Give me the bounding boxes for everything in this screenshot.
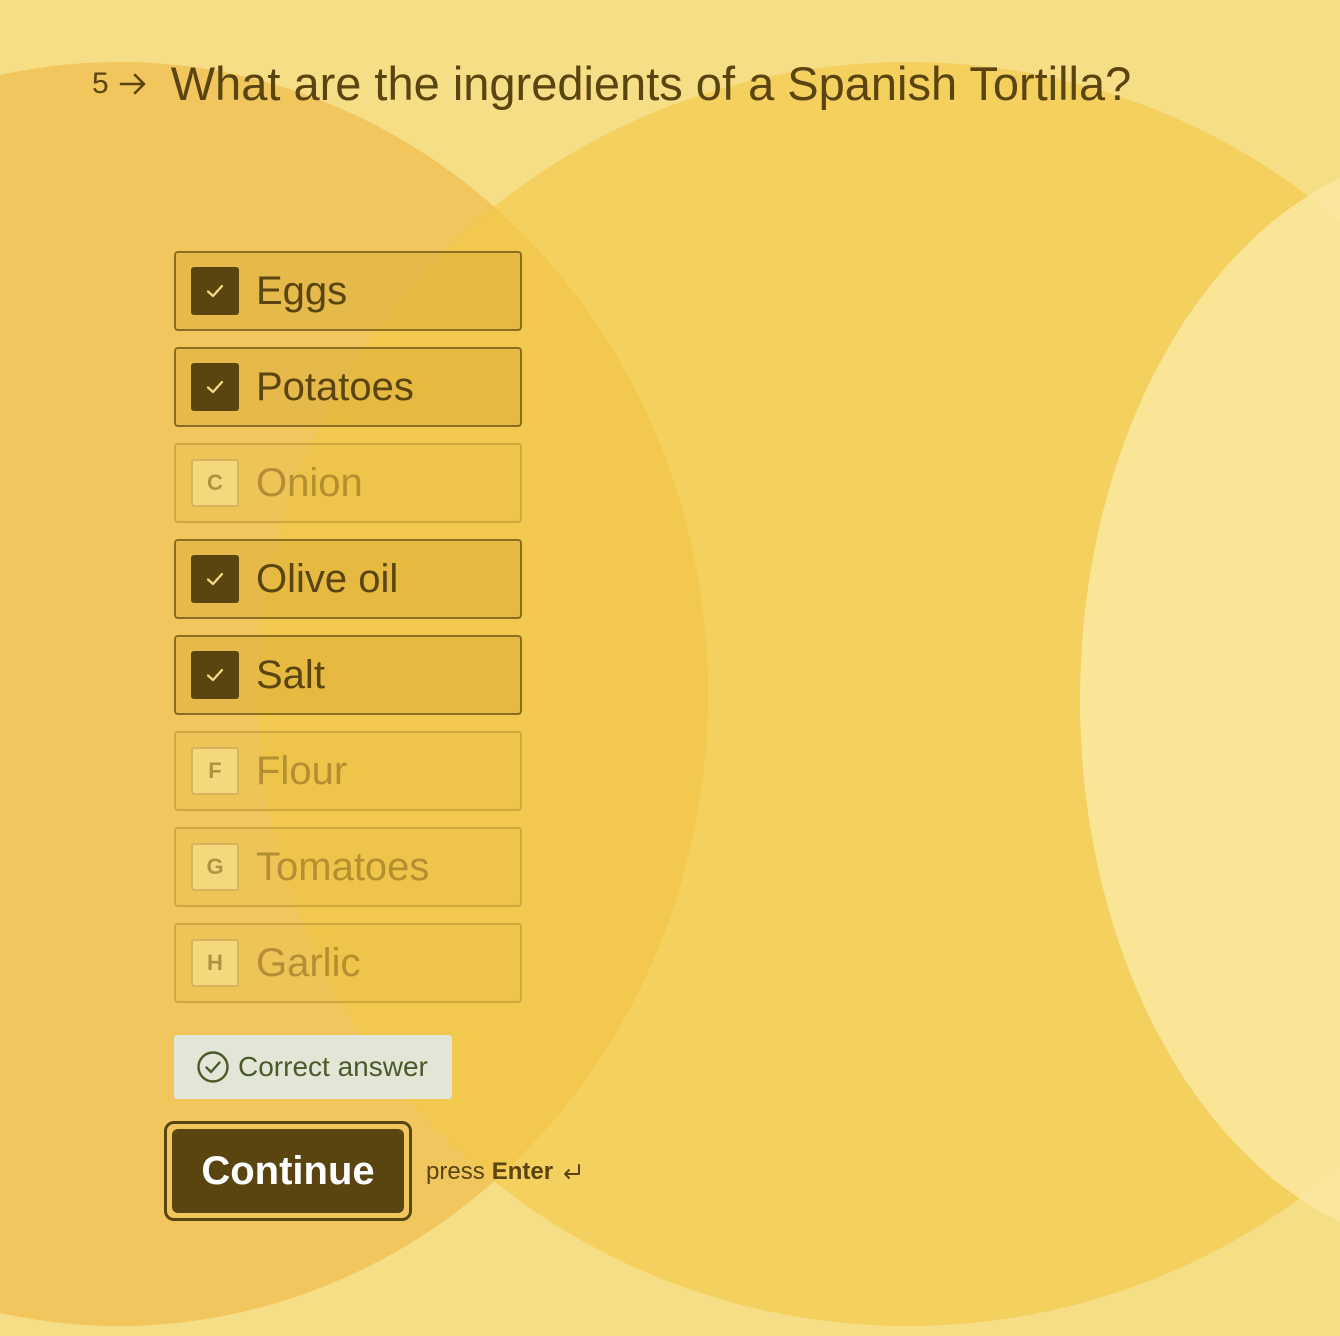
option-label: Salt [256, 652, 325, 697]
option-label: Eggs [256, 268, 348, 313]
checkbox-checked [191, 267, 239, 315]
option-olive-oil[interactable]: Olive oil [174, 539, 522, 619]
option-garlic[interactable]: H Garlic [174, 923, 522, 1003]
option-label: Flour [256, 748, 348, 793]
question-text: What are the ingredients of a Spanish To… [170, 57, 1132, 110]
hint-key: Enter [491, 1158, 554, 1185]
option-tomatoes[interactable]: G Tomatoes [174, 827, 522, 907]
feedback-text: Correct answer [238, 1051, 428, 1082]
enter-key-icon [564, 1164, 581, 1179]
option-potatoes[interactable]: Potatoes [174, 347, 522, 427]
checkbox-checked [191, 363, 239, 411]
checkmark-icon [206, 668, 224, 682]
option-label: Garlic [256, 940, 361, 985]
answer-options: Eggs Potatoes C Onion Olive oil Salt F Flour G To… [174, 251, 522, 1019]
option-label: Potatoes [256, 364, 414, 409]
continue-button[interactable]: Continue [172, 1129, 404, 1213]
option-label: Tomatoes [256, 844, 430, 889]
question-number: 5 [92, 66, 109, 100]
checkmark-icon [206, 380, 224, 394]
checkbox-checked [191, 651, 239, 699]
option-label: Onion [256, 460, 363, 505]
checkmark-icon [206, 284, 224, 298]
option-label: Olive oil [256, 556, 399, 601]
checkbox-checked [191, 555, 239, 603]
option-key-letter: H [191, 939, 239, 987]
option-onion[interactable]: C Onion [174, 443, 522, 523]
continue-button-focus-ring: Continue [164, 1121, 412, 1221]
option-key-letter: C [191, 459, 239, 507]
option-eggs[interactable]: Eggs [174, 251, 522, 331]
keyboard-hint: press Enter [426, 1158, 583, 1186]
option-key-letter: F [191, 747, 239, 795]
question-header: 5 What are the ingredients of a Spanish … [92, 56, 1131, 111]
option-flour[interactable]: F Flour [174, 731, 522, 811]
option-salt[interactable]: Salt [174, 635, 522, 715]
option-key-letter: G [191, 843, 239, 891]
arrow-right-icon [119, 73, 145, 94]
checkmark-icon [206, 572, 224, 586]
check-circle-icon [197, 1051, 229, 1083]
hint-prefix: press [426, 1158, 485, 1185]
correct-answer-badge: Correct answer [174, 1035, 452, 1099]
